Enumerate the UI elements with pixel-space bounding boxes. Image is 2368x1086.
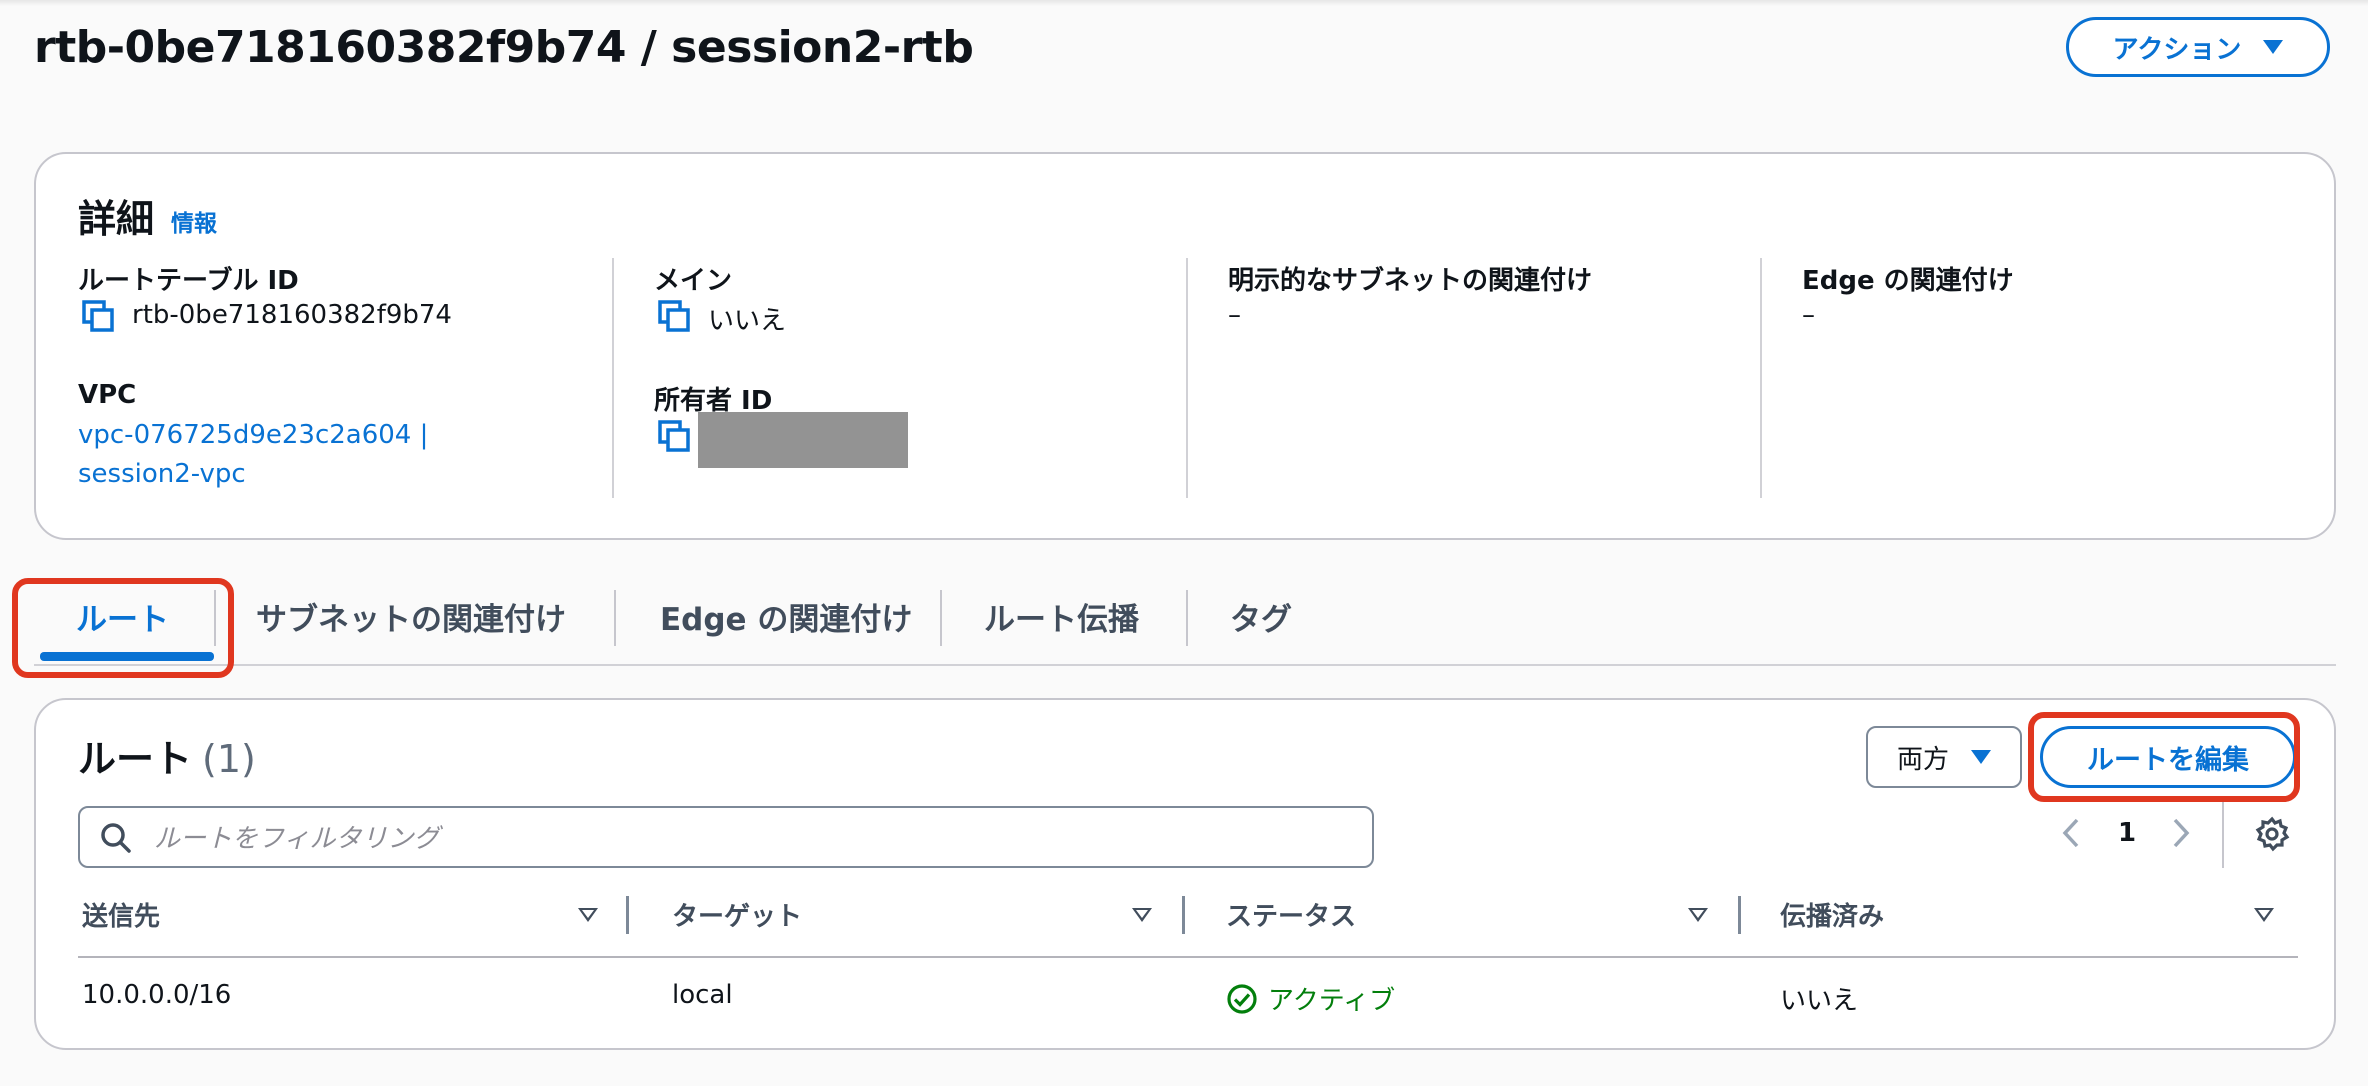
column-divider	[1186, 258, 1188, 498]
routes-tab-highlight	[12, 578, 234, 678]
sort-icon[interactable]	[2254, 908, 2274, 922]
page-title: rtb-0be718160382f9b74 / session2-rtb	[34, 22, 974, 73]
route-propagated: いいえ	[1780, 986, 1859, 1016]
propagation-filter-select[interactable]: 両方	[1866, 726, 2022, 788]
routes-title: ルート (1)	[78, 728, 256, 783]
column-resizer[interactable]	[626, 896, 629, 934]
column-header-propagated[interactable]: 伝播済み	[1780, 896, 1884, 933]
column-header-destination[interactable]: 送信先	[82, 896, 160, 933]
caret-down-icon	[1971, 750, 1991, 764]
routes-title-text: ルート	[78, 737, 193, 781]
sort-icon[interactable]	[578, 908, 598, 922]
sort-icon[interactable]	[1132, 908, 1152, 922]
chevron-right-icon[interactable]	[2170, 816, 2192, 850]
chevron-left-icon[interactable]	[2060, 816, 2082, 850]
tabs-baseline	[34, 664, 2336, 666]
route-target: local	[672, 980, 733, 1010]
copy-icon[interactable]	[82, 300, 116, 334]
sort-icon[interactable]	[1688, 908, 1708, 922]
edit-routes-highlight	[2028, 712, 2300, 802]
routes-panel: ルート(1) 両方 ルートを編集 1 送信先 ターゲット ステータス 伝播済み …	[34, 698, 2336, 1050]
main-label: メイン	[654, 266, 733, 296]
edge-association-label: Edge の関連付け	[1802, 266, 2014, 296]
details-panel: 詳細 情報 ルートテーブル ID rtb-0be718160382f9b74 V…	[34, 152, 2336, 540]
column-divider	[612, 258, 614, 498]
info-link[interactable]: 情報	[171, 204, 217, 238]
column-divider	[1760, 258, 1762, 498]
route-status: アクティブ	[1226, 980, 1395, 1017]
route-filter-input[interactable]	[152, 818, 1356, 860]
column-resizer[interactable]	[1738, 896, 1741, 934]
route-table-id-label: ルートテーブル ID	[78, 266, 299, 296]
explicit-subnet-value: –	[1228, 300, 1241, 330]
column-resizer[interactable]	[1182, 896, 1185, 934]
column-header-status[interactable]: ステータス	[1226, 896, 1356, 933]
copy-icon[interactable]	[658, 420, 692, 454]
gear-icon[interactable]	[2254, 816, 2290, 852]
routes-count: (1)	[202, 737, 256, 781]
route-destination: 10.0.0.0/16	[82, 980, 232, 1010]
explicit-subnet-label: 明示的なサブネットの関連付け	[1228, 266, 1593, 296]
caret-down-icon	[2263, 40, 2284, 54]
route-table-id-value: rtb-0be718160382f9b74	[132, 300, 452, 330]
check-circle-icon	[1227, 983, 1257, 1014]
main-value: いいえ	[708, 306, 787, 336]
vpc-label: VPC	[78, 380, 137, 410]
copy-icon[interactable]	[658, 300, 692, 334]
tab-bar: ルート サブネットの関連付け Edge の関連付け ルート伝播 タグ	[34, 580, 2336, 666]
tab-separator	[1186, 590, 1188, 646]
tab-edge-associations[interactable]: Edge の関連付け	[660, 594, 912, 639]
owner-id-redacted	[698, 412, 908, 468]
route-status-text: アクティブ	[1268, 986, 1396, 1016]
tab-separator	[614, 590, 616, 646]
pagination-separator	[2222, 802, 2224, 868]
tab-subnet-associations[interactable]: サブネットの関連付け	[256, 594, 566, 639]
tab-tags[interactable]: タグ	[1230, 594, 1292, 639]
top-shadow	[0, 0, 2368, 6]
edge-association-value: –	[1802, 300, 1815, 330]
tab-separator	[940, 590, 942, 646]
propagation-filter-value: 両方	[1896, 744, 1949, 775]
tab-route-propagation[interactable]: ルート伝播	[984, 594, 1139, 639]
table-header-divider	[78, 956, 2298, 958]
vpc-link[interactable]: vpc-076725d9e23c2a604 | session2-vpc	[78, 416, 558, 494]
search-icon	[101, 823, 131, 853]
current-page[interactable]: 1	[2118, 818, 2136, 848]
actions-button[interactable]: アクション	[2066, 17, 2330, 77]
actions-button-label: アクション	[2112, 34, 2242, 65]
column-header-target[interactable]: ターゲット	[672, 896, 802, 933]
route-filter-search[interactable]	[78, 806, 1374, 868]
details-title: 詳細	[78, 197, 155, 241]
